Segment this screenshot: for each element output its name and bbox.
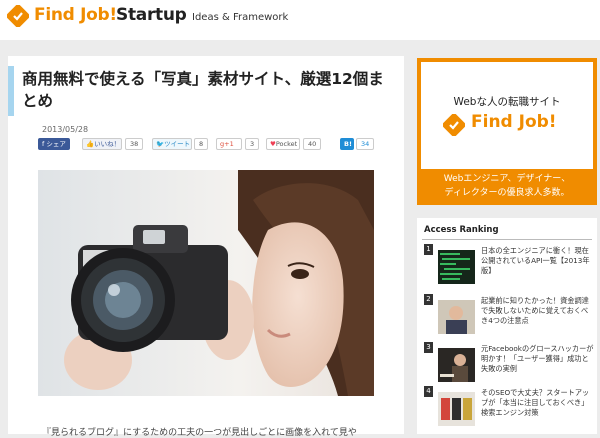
ranking-title: Access Ranking <box>424 225 499 235</box>
like-count: 38 <box>125 138 144 150</box>
ad-brand: Find Job! <box>471 112 557 132</box>
access-ranking: Access Ranking 1 日本の全エンジニアに衝く！現在公開されているA… <box>417 218 597 434</box>
code-screen-thumbnail <box>438 250 475 284</box>
hatena-icon: B! <box>344 140 352 148</box>
woman-with-camera-photo <box>38 170 374 396</box>
product-name[interactable]: Startup <box>116 5 187 25</box>
ranking-item[interactable]: 3 元Facebookのグロースハッカーが明かす！「ユーザー獲得」成功と失敗の実… <box>424 342 594 386</box>
article-hero-image <box>38 170 374 396</box>
gplus-button[interactable]: g+1 <box>216 138 242 150</box>
person-thumbnail <box>438 300 475 334</box>
rank-number: 3 <box>424 342 433 353</box>
ad-description: Webエンジニア、デザイナー、 ディレクターの優良求人多数。 <box>417 172 597 200</box>
ranking-item[interactable]: 1 日本の全エンジニアに衝く！現在公開されているAPI一覧【2013年版】 <box>424 244 594 288</box>
findjob-ad-banner[interactable]: Webな人の転職サイト Find Job! Webエンジニア、デザイナー、 ディ… <box>417 58 597 205</box>
findjob-logo-icon[interactable] <box>7 5 29 27</box>
ranking-item[interactable]: 4 そのSEOで大丈夫？スタートアップが「本当に注目しておくべき」検索エンジン対… <box>424 386 594 430</box>
findjob-ad-logo-icon <box>443 114 465 136</box>
hatena-count: 34 <box>356 138 375 150</box>
rank-number: 1 <box>424 244 433 255</box>
rank-thumbnail[interactable] <box>438 250 475 284</box>
title-accent-bar <box>8 66 14 116</box>
facebook-share-button[interactable]: f シェア <box>38 138 70 150</box>
twitter-bird-icon: 🐦 <box>156 140 165 148</box>
rank-number: 4 <box>424 386 433 397</box>
thumbs-up-icon: 👍 <box>86 140 95 148</box>
article-excerpt: 『見られるブログ』にするための工夫の一つが見出しごとに画像を入れて見や <box>42 428 357 438</box>
article-date: 2013/05/28 <box>42 125 89 134</box>
hatena-bookmark-button[interactable]: B! <box>340 138 354 150</box>
tweet-button[interactable]: 🐦ツイート <box>152 138 192 150</box>
article-title: 商用無料で使える「写真」素材サイト、厳選12個まとめ <box>22 70 384 110</box>
rank-thumbnail[interactable] <box>438 392 475 426</box>
ad-inner-panel: Webな人の転職サイト Find Job! <box>421 62 593 169</box>
ad-description-line2: ディレクターの優良求人多数。 <box>444 188 570 198</box>
ranking-item[interactable]: 2 起業前に知りたかった！資金調達で失敗しないために覚えておくべき4つの注意点 <box>424 294 594 338</box>
rank-article-title[interactable]: そのSEOで大丈夫？スタートアップが「本当に注目しておくべき」検索エンジン対策 <box>481 388 595 426</box>
gplus-count: 3 <box>245 138 260 150</box>
rank-thumbnail[interactable] <box>438 300 475 334</box>
seo-letters-thumbnail <box>438 392 475 426</box>
facebook-like-button[interactable]: 👍いいね！ <box>82 138 122 150</box>
tweet-count: 8 <box>194 138 209 150</box>
pocket-button[interactable]: ♥Pocket <box>266 138 300 150</box>
rank-article-title[interactable]: 元Facebookのグロースハッカーが明かす！「ユーザー獲得」成功と失敗の実例 <box>481 344 595 382</box>
rank-article-title[interactable]: 起業前に知りたかった！資金調達で失敗しないために覚えておくべき4つの注意点 <box>481 296 595 334</box>
header-tagline: Ideas & Framework <box>192 12 289 23</box>
brand-name[interactable]: Find Job! <box>34 5 117 25</box>
rank-thumbnail[interactable] <box>438 348 475 382</box>
share-buttons: f シェア 👍いいね！ 38 🐦ツイート 8 g+1 3 ♥Pocket 40 … <box>38 138 378 150</box>
site-header: Find Job! Startup Ideas & Framework <box>0 0 600 40</box>
article-panel: 商用無料で使える「写真」素材サイト、厳選12個まとめ 2013/05/28 f … <box>8 56 404 438</box>
ranking-divider <box>422 239 592 240</box>
ad-headline: Webな人の転職サイト <box>453 96 561 108</box>
pocket-count: 40 <box>303 138 322 150</box>
rank-number: 2 <box>424 294 433 305</box>
ad-description-line1: Webエンジニア、デザイナー、 <box>443 174 571 184</box>
speaker-thumbnail <box>438 348 475 382</box>
rank-article-title[interactable]: 日本の全エンジニアに衝く！現在公開されているAPI一覧【2013年版】 <box>481 246 595 284</box>
